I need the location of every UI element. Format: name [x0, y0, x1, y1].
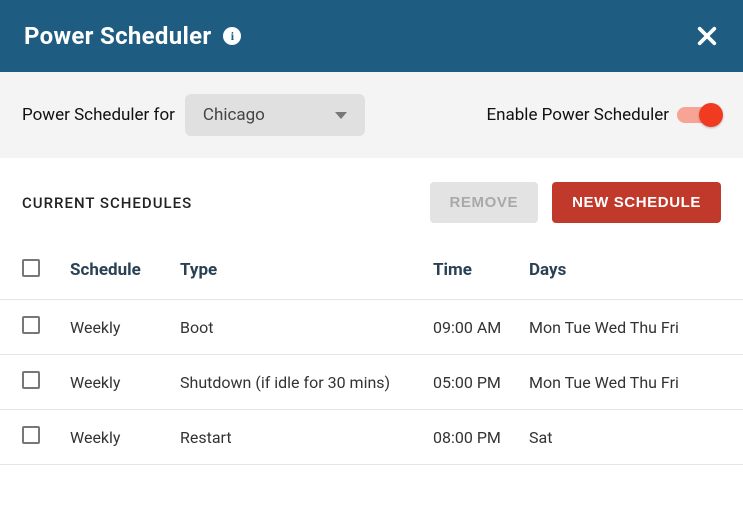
- location-select[interactable]: Chicago: [185, 94, 365, 136]
- remove-button[interactable]: REMOVE: [430, 182, 539, 223]
- new-schedule-button[interactable]: NEW SCHEDULE: [552, 182, 721, 223]
- table-row: Weekly Shutdown (if idle for 30 mins) 05…: [0, 355, 743, 410]
- schedules-table: Schedule Type Time Days Weekly Boot 09:0…: [0, 237, 743, 465]
- enable-label: Enable Power Scheduler: [486, 105, 669, 125]
- config-bar: Power Scheduler for Chicago Enable Power…: [0, 72, 743, 158]
- cell-days: Sat: [529, 428, 721, 447]
- cell-schedule: Weekly: [70, 373, 180, 392]
- cell-time: 09:00 AM: [433, 318, 529, 337]
- col-time: Time: [433, 260, 529, 280]
- info-icon[interactable]: i: [223, 27, 241, 45]
- cell-days: Mon Tue Wed Thu Fri: [529, 318, 721, 337]
- cell-type: Shutdown (if idle for 30 mins): [180, 373, 433, 392]
- col-schedule: Schedule: [70, 260, 180, 280]
- cell-type: Restart: [180, 428, 433, 447]
- dialog-header: Power Scheduler i: [0, 0, 743, 72]
- row-checkbox[interactable]: [22, 316, 40, 334]
- enable-control: Enable Power Scheduler: [486, 105, 721, 125]
- power-scheduler-dialog: Power Scheduler i Power Scheduler for Ch…: [0, 0, 743, 465]
- enable-toggle[interactable]: [677, 107, 721, 123]
- location-label: Power Scheduler for: [22, 105, 175, 125]
- table-row: Weekly Boot 09:00 AM Mon Tue Wed Thu Fri: [0, 300, 743, 355]
- select-all-checkbox[interactable]: [22, 259, 40, 277]
- cell-time: 05:00 PM: [433, 373, 529, 392]
- col-days: Days: [529, 260, 721, 280]
- cell-schedule: Weekly: [70, 318, 180, 337]
- row-checkbox[interactable]: [22, 426, 40, 444]
- cell-type: Boot: [180, 318, 433, 337]
- toggle-knob: [699, 103, 723, 127]
- row-checkbox[interactable]: [22, 371, 40, 389]
- section-title: CURRENT SCHEDULES: [22, 194, 192, 212]
- schedules-toolbar: CURRENT SCHEDULES REMOVE NEW SCHEDULE: [0, 158, 743, 237]
- col-type: Type: [180, 260, 433, 280]
- location-selected-value: Chicago: [203, 105, 265, 125]
- cell-schedule: Weekly: [70, 428, 180, 447]
- dialog-title: Power Scheduler: [24, 22, 211, 50]
- table-header-row: Schedule Type Time Days: [0, 237, 743, 300]
- header-left: Power Scheduler i: [24, 22, 241, 50]
- chevron-down-icon: [335, 112, 347, 119]
- location-control: Power Scheduler for Chicago: [22, 94, 365, 136]
- close-icon[interactable]: [695, 24, 719, 48]
- cell-days: Mon Tue Wed Thu Fri: [529, 373, 721, 392]
- cell-time: 08:00 PM: [433, 428, 529, 447]
- table-row: Weekly Restart 08:00 PM Sat: [0, 410, 743, 465]
- toolbar-buttons: REMOVE NEW SCHEDULE: [430, 182, 722, 223]
